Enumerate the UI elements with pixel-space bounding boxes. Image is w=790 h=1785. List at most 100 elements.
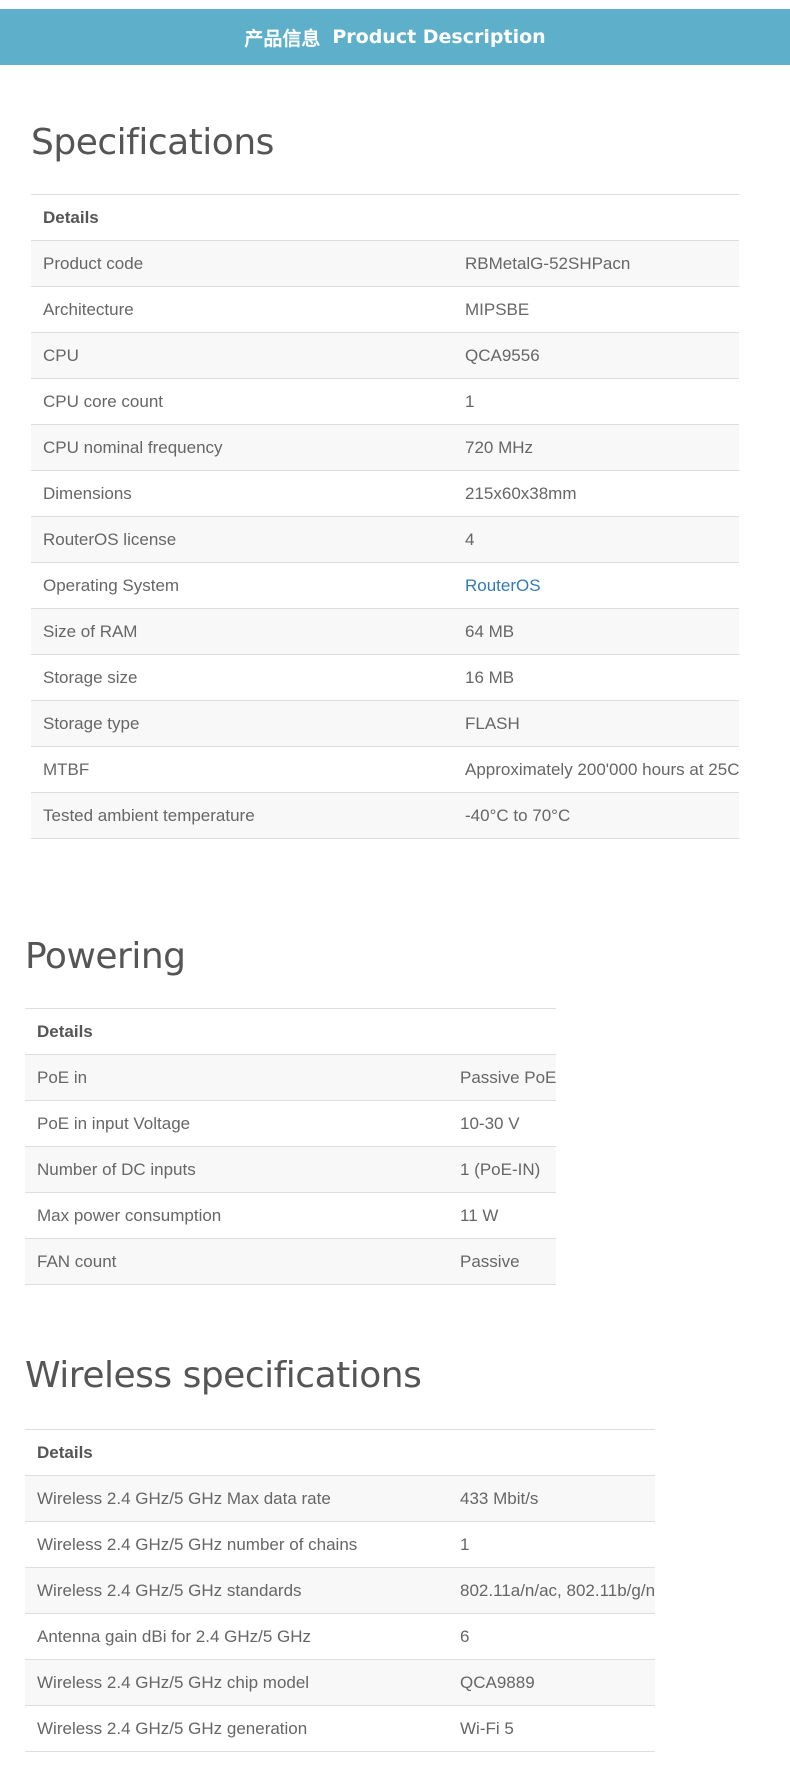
spec-value-text: 10-30 V <box>460 1113 520 1133</box>
table-row: PoE in Passive PoE <box>25 1054 557 1101</box>
spec-value-text: 4 <box>465 529 475 549</box>
spec-label: Wireless 2.4 GHz/5 GHz chip model <box>25 1659 460 1706</box>
spec-value: 64 MB <box>465 608 740 655</box>
wireless-specifications-title: Wireless specifications <box>25 1355 422 1396</box>
spec-value: 215x60x38mm <box>465 470 740 517</box>
spec-value-text: 802.11a/n/ac, 802.11b/g/n <box>460 1580 656 1600</box>
specifications-table: Details Product code RBMetalG-52SHPacn Arch… <box>31 194 740 839</box>
spec-value-text: 1 (PoE-IN) <box>460 1159 541 1179</box>
spec-value-text: MIPSBE <box>465 299 530 319</box>
spec-value: MIPSBE <box>465 286 740 333</box>
spec-value: FLASH <box>465 700 740 747</box>
spec-value: 720 MHz <box>465 424 740 471</box>
spec-value: 11 W <box>460 1192 557 1239</box>
spec-label: Max power consumption <box>25 1192 460 1239</box>
spec-label: FAN count <box>25 1238 460 1285</box>
banner-title-en: Product Description <box>332 26 546 48</box>
spec-value-text: QCA9556 <box>465 345 540 365</box>
spec-label: RouterOS license <box>31 516 465 563</box>
spec-value-text: 16 MB <box>465 667 515 687</box>
spec-label: Operating System <box>31 562 465 609</box>
details-header: Details <box>31 194 740 241</box>
table-row: Antenna gain dBi for 2.4 GHz/5 GHz 6 <box>25 1613 656 1660</box>
table-row: Wireless 2.4 GHz/5 GHz Max data rate 433 … <box>25 1475 656 1522</box>
spec-value: 1 <box>465 378 740 425</box>
spec-label: PoE in input Voltage <box>25 1100 460 1147</box>
spec-value-text: 720 MHz <box>465 437 534 457</box>
spec-value: 10-30 V <box>460 1100 557 1147</box>
table-row: CPU nominal frequency 720 MHz <box>31 424 740 471</box>
spec-value: QCA9889 <box>460 1659 656 1706</box>
spec-value: QCA9556 <box>465 332 740 379</box>
spec-label: CPU core count <box>31 378 465 425</box>
powering-title: Powering <box>25 936 186 977</box>
spec-value-text: Wi-Fi 5 <box>460 1718 514 1738</box>
spec-value: RouterOS <box>465 562 740 609</box>
spec-value: 1 <box>460 1521 656 1568</box>
spec-value-text: RBMetalG-52SHPacn <box>465 253 631 273</box>
table-header-row: Details <box>31 194 740 241</box>
spec-label: Size of RAM <box>31 608 465 655</box>
product-description-banner: 产品信息 Product Description <box>0 9 790 65</box>
specifications-title: Specifications <box>31 122 274 163</box>
spec-value: Passive PoE <box>460 1054 557 1101</box>
spec-value: 4 <box>465 516 740 563</box>
details-header: Details <box>25 1429 656 1476</box>
table-row: FAN count Passive <box>25 1238 557 1285</box>
spec-value: Passive <box>460 1238 557 1285</box>
spec-label: Number of DC inputs <box>25 1146 460 1193</box>
spec-label: Wireless 2.4 GHz/5 GHz number of chains <box>25 1521 460 1568</box>
spec-value: Approximately 200'000 hours at 25C <box>465 746 740 793</box>
table-row: Dimensions 215x60x38mm <box>31 470 740 517</box>
spec-value: RBMetalG-52SHPacn <box>465 240 740 287</box>
spec-value: 433 Mbit/s <box>460 1475 656 1522</box>
table-row: Number of DC inputs 1 (PoE-IN) <box>25 1146 557 1193</box>
spec-label: Tested ambient temperature <box>31 792 465 839</box>
table-row: CPU QCA9556 <box>31 332 740 379</box>
spec-label: CPU nominal frequency <box>31 424 465 471</box>
table-row: Storage type FLASH <box>31 700 740 747</box>
table-row: Tested ambient temperature -40°C to 70°C <box>31 792 740 839</box>
spec-value-text: 1 <box>465 391 475 411</box>
table-row: CPU core count 1 <box>31 378 740 425</box>
spec-value-text: QCA9889 <box>460 1672 535 1692</box>
details-header: Details <box>25 1008 557 1055</box>
spec-label: Storage type <box>31 700 465 747</box>
table-row: Max power consumption 11 W <box>25 1192 557 1239</box>
routeros-link[interactable]: RouterOS <box>465 576 541 595</box>
spec-value-text: 64 MB <box>465 621 515 641</box>
spec-label: Wireless 2.4 GHz/5 GHz standards <box>25 1567 460 1614</box>
spec-label: PoE in <box>25 1054 460 1101</box>
spec-value: 16 MB <box>465 654 740 701</box>
spec-label: Dimensions <box>31 470 465 517</box>
table-row: PoE in input Voltage 10-30 V <box>25 1100 557 1147</box>
table-row: RouterOS license 4 <box>31 516 740 563</box>
spec-value-text: Approximately 200'000 hours at 25C <box>465 759 740 779</box>
spec-label: CPU <box>31 332 465 379</box>
spec-label: Wireless 2.4 GHz/5 GHz Max data rate <box>25 1475 460 1522</box>
spec-label: Architecture <box>31 286 465 333</box>
spec-value-text: 433 Mbit/s <box>460 1488 539 1508</box>
spec-value-text: -40°C to 70°C <box>465 805 571 825</box>
spec-value-text: 11 W <box>460 1205 499 1225</box>
spec-value-text: 215x60x38mm <box>465 483 577 503</box>
spec-label: Antenna gain dBi for 2.4 GHz/5 GHz <box>25 1613 460 1660</box>
spec-value: 1 (PoE-IN) <box>460 1146 557 1193</box>
table-row: Wireless 2.4 GHz/5 GHz generation Wi-Fi 5 <box>25 1705 656 1752</box>
spec-label: MTBF <box>31 746 465 793</box>
table-row: Architecture MIPSBE <box>31 286 740 333</box>
table-row: Size of RAM 64 MB <box>31 608 740 655</box>
table-row: Wireless 2.4 GHz/5 GHz chip model QCA9889 <box>25 1659 656 1706</box>
spec-value-text: Passive PoE <box>460 1067 557 1087</box>
table-row: Operating System RouterOS <box>31 562 740 609</box>
banner-title-cn: 产品信息 <box>244 27 321 50</box>
spec-label: Wireless 2.4 GHz/5 GHz generation <box>25 1705 460 1752</box>
table-row: Product code RBMetalG-52SHPacn <box>31 240 740 287</box>
powering-table: Details PoE in Passive PoE PoE in input Vol… <box>25 1008 557 1285</box>
spec-value-text: FLASH <box>465 713 520 733</box>
table-row: Wireless 2.4 GHz/5 GHz number of chains 1 <box>25 1521 656 1568</box>
spec-label: Product code <box>31 240 465 287</box>
table-header-row: Details <box>25 1008 557 1055</box>
table-row: Storage size 16 MB <box>31 654 740 701</box>
spec-value: -40°C to 70°C <box>465 792 740 839</box>
